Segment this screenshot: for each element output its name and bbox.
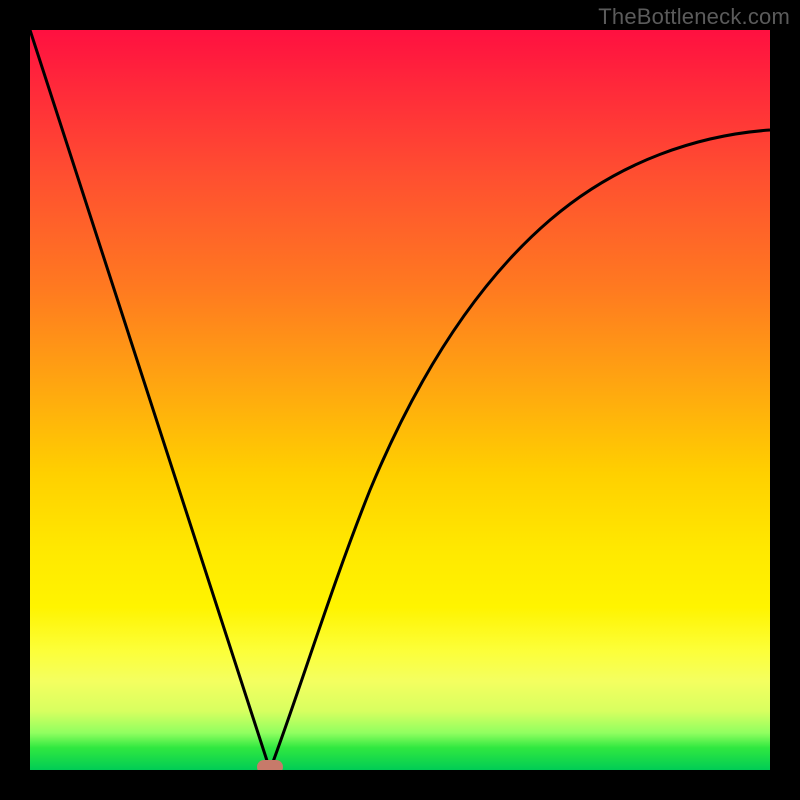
watermark-text: TheBottleneck.com: [598, 4, 790, 30]
bottleneck-curve: [30, 30, 770, 770]
plot-area: [30, 30, 770, 770]
curve-path: [30, 30, 770, 770]
dip-marker: [257, 760, 283, 770]
